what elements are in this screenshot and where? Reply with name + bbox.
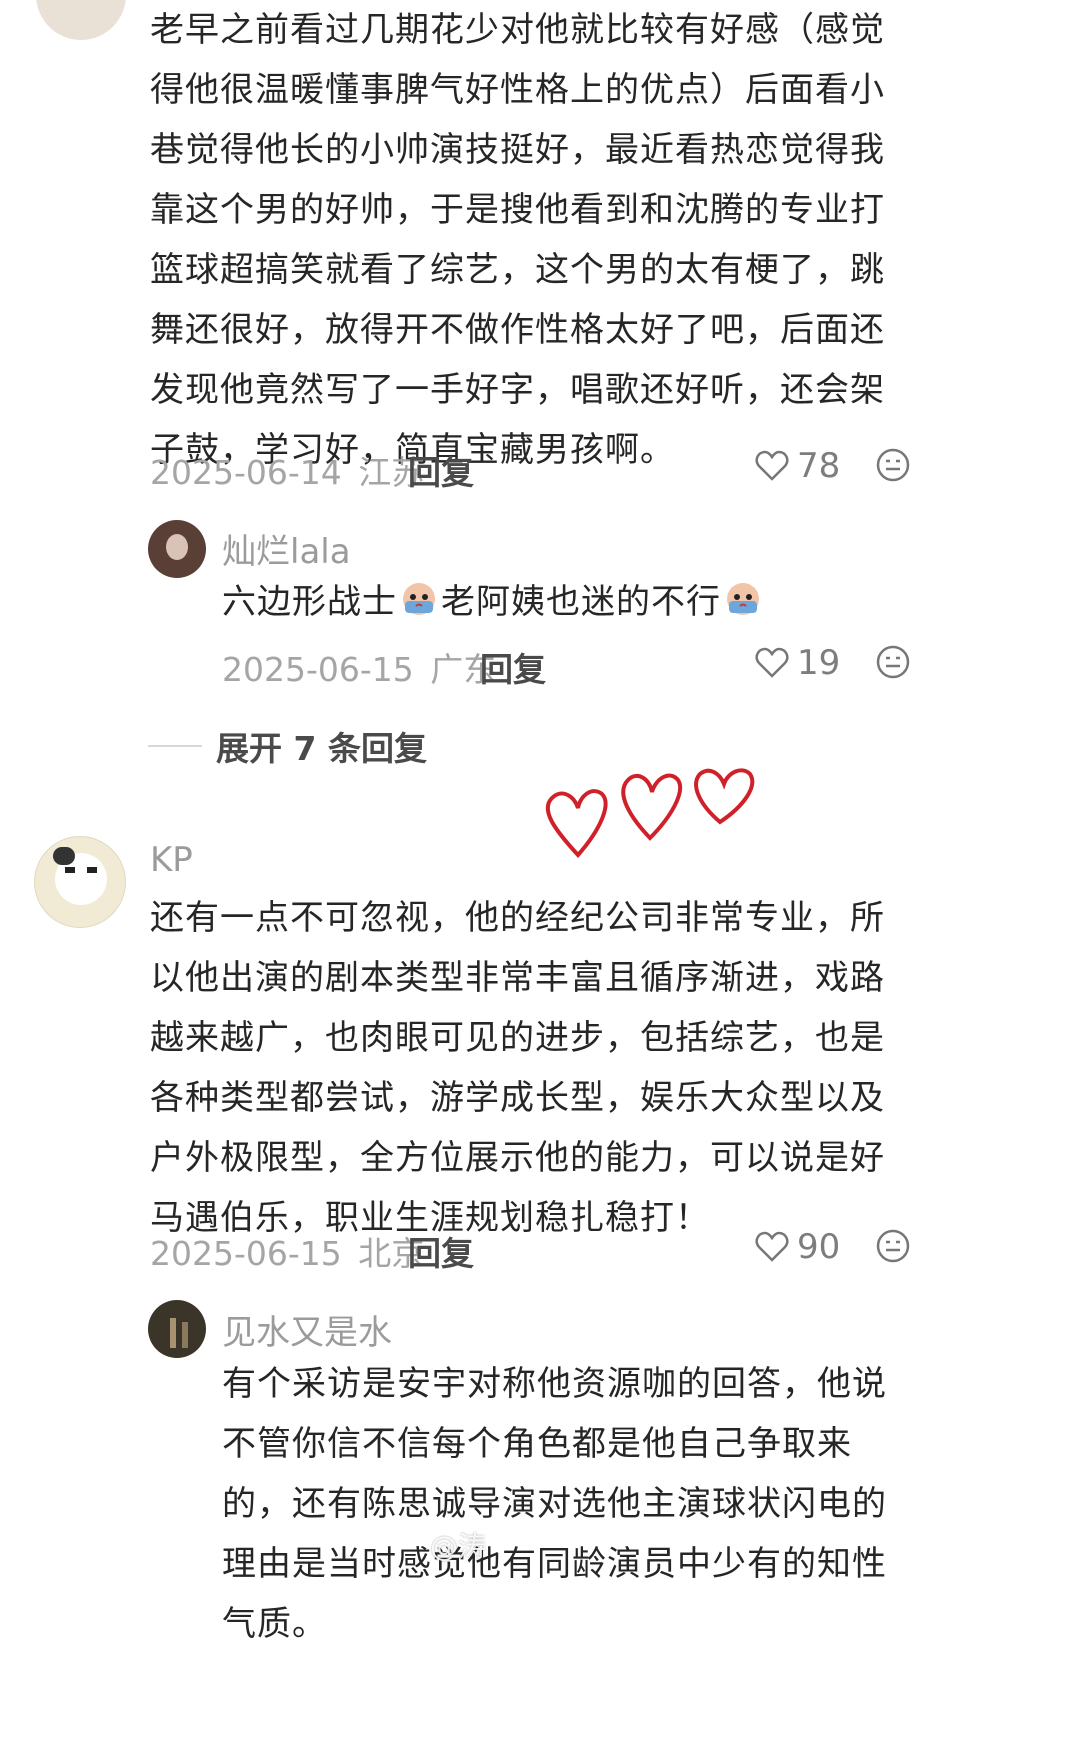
comment-text: 还有一点不可忽视，他的经纪公司非常专业，所以他出演的剧本类型非常丰富且循序渐进，…: [150, 898, 885, 1238]
username[interactable]: 见水又是水: [222, 1305, 392, 1354]
expand-replies-button[interactable]: 展开 7 条回复: [148, 722, 427, 770]
comment-text-part1: 六边形战士: [222, 582, 397, 622]
avatar[interactable]: [34, 836, 126, 928]
reply-button[interactable]: 回复: [408, 446, 474, 494]
smiley-face-icon[interactable]: [876, 645, 910, 679]
comment-text: 老早之前看过几期花少对他就比较有好感（感觉得他很温暖懂事脾气好性格上的优点）后面…: [150, 10, 885, 470]
avatar[interactable]: [148, 520, 206, 578]
like-count: 90: [797, 1227, 841, 1267]
avatar[interactable]: [36, 0, 126, 40]
like-button[interactable]: 90: [755, 1227, 840, 1267]
expand-replies-label: 展开 7 条回复: [216, 729, 427, 768]
username[interactable]: 灿烂lala: [222, 524, 351, 573]
heart-outline-icon: [755, 450, 789, 481]
avatar[interactable]: [148, 1300, 206, 1358]
comment-text-part2: 老阿姨也迷的不行: [441, 582, 721, 622]
watermark: @涛: [430, 1530, 487, 1563]
like-count: 78: [797, 446, 841, 486]
comment-date: 2025-06-14: [150, 453, 342, 492]
divider: [148, 745, 202, 747]
comment-meta: 2025-06-15 广东: [222, 643, 496, 691]
comment-meta: 2025-06-15 北京: [150, 1227, 424, 1275]
heart-outline-icon: [755, 1231, 789, 1262]
smiley-face-icon[interactable]: [876, 448, 910, 482]
crying-emoji-icon: [727, 583, 759, 615]
username[interactable]: KP: [150, 840, 193, 880]
reply-button[interactable]: 回复: [408, 1227, 474, 1275]
crying-emoji-icon: [403, 583, 435, 615]
like-count: 19: [797, 643, 841, 683]
heart-outline-icon: [755, 647, 789, 678]
reply-button[interactable]: 回复: [480, 643, 546, 691]
comment-date: 2025-06-15: [150, 1234, 342, 1273]
comment-meta: 2025-06-14 江苏: [150, 446, 424, 494]
like-button[interactable]: 78: [755, 446, 840, 486]
smiley-face-icon[interactable]: [876, 1229, 910, 1263]
hand-drawn-hearts: [545, 768, 755, 858]
comment-date: 2025-06-15: [222, 650, 414, 689]
like-button[interactable]: 19: [755, 643, 840, 683]
comment-text: 有个采访是安宇对称他资源咖的回答，他说不管你信不信每个角色都是他自己争取来的，还…: [222, 1364, 887, 1644]
comment-text: 六边形战士 老阿姨也迷的不行: [222, 572, 922, 632]
